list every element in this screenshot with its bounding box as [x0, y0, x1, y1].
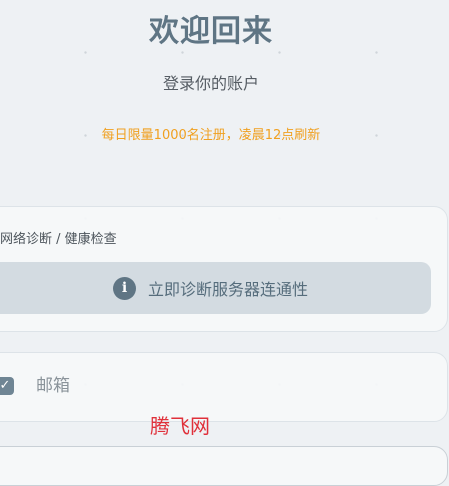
- page-subtitle: 登录你的账户: [162, 74, 259, 93]
- page-title: 欢迎回来: [149, 14, 273, 49]
- diagnose-button-label: 立即诊断服务器连通性: [147, 280, 308, 299]
- next-field-card[interactable]: [0, 446, 448, 486]
- email-field[interactable]: [36, 372, 416, 400]
- check-icon[interactable]: ✓: [0, 377, 14, 395]
- diagnostics-label: 网络诊断 / 健康检查: [0, 232, 117, 247]
- diagnose-button[interactable]: i 立即诊断服务器连通性: [0, 262, 431, 314]
- registration-notice: 每日限量1000名注册，凌晨12点刷新: [101, 128, 321, 143]
- site-watermark: 腾飞网: [150, 414, 210, 438]
- info-icon: i: [112, 276, 136, 300]
